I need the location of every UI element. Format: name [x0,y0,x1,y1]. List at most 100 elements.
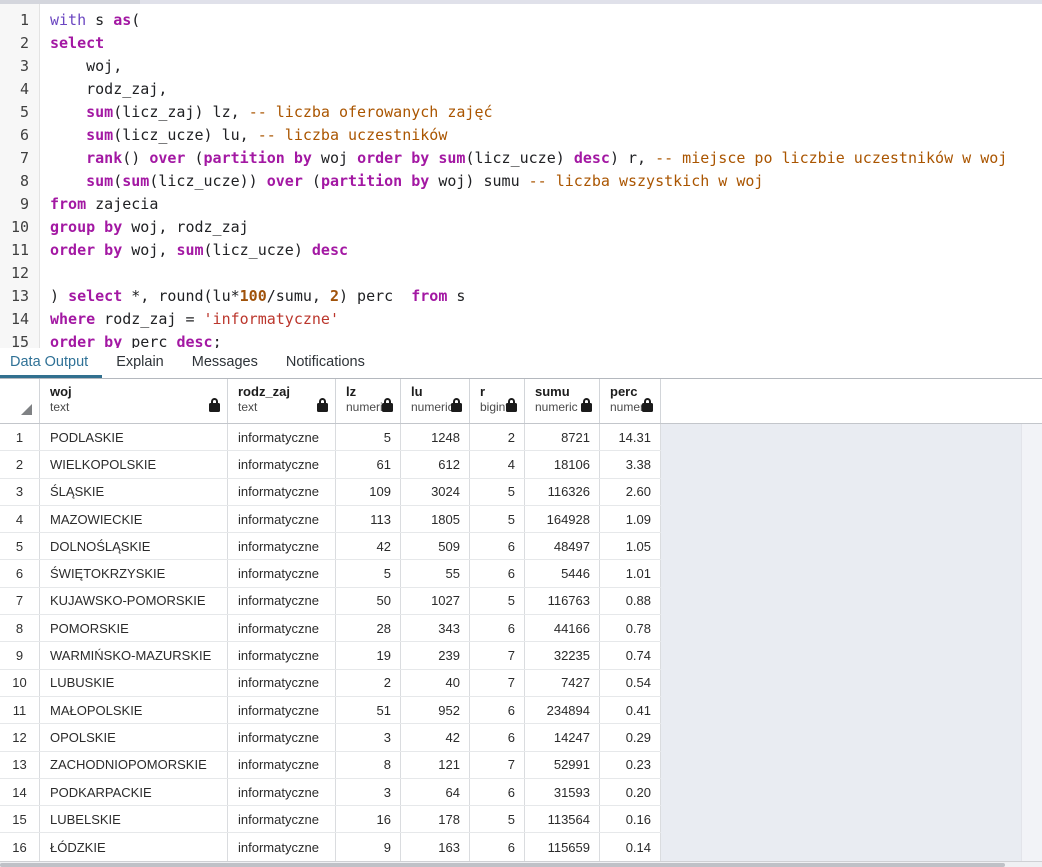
cell-lu[interactable]: 952 [401,697,470,723]
code-line[interactable]: woj, [50,55,1042,78]
cell-lz[interactable]: 50 [336,588,401,614]
cell-lz[interactable]: 113 [336,506,401,532]
row-number[interactable]: 8 [0,615,40,641]
cell-r[interactable]: 4 [470,451,525,477]
row-number[interactable]: 3 [0,479,40,505]
tab-explain[interactable]: Explain [102,348,178,378]
cell-lu[interactable]: 343 [401,615,470,641]
code-line[interactable]: with s as( [50,9,1042,32]
column-header-sumu[interactable]: sumunumeric [525,379,600,423]
cell-lu[interactable]: 40 [401,670,470,696]
cell-woj[interactable]: DOLNOŚLĄSKIE [40,533,228,559]
row-number[interactable]: 13 [0,752,40,778]
cell-lu[interactable]: 239 [401,642,470,668]
cell-rodz_zaj[interactable]: informatyczne [228,833,336,860]
cell-perc[interactable]: 0.23 [600,752,661,778]
cell-lu[interactable]: 612 [401,451,470,477]
code-line[interactable]: order by woj, sum(licz_ucze) desc [50,239,1042,262]
cell-woj[interactable]: ŚWIĘTOKRZYSKIE [40,560,228,586]
sql-editor[interactable]: 123456789101112131415 with s as(select w… [0,4,1042,348]
cell-r[interactable]: 6 [470,724,525,750]
cell-sumu[interactable]: 8721 [525,424,600,450]
cell-perc[interactable]: 1.09 [600,506,661,532]
cell-rodz_zaj[interactable]: informatyczne [228,724,336,750]
cell-lz[interactable]: 8 [336,752,401,778]
tab-data-output[interactable]: Data Output [0,348,102,378]
cell-perc[interactable]: 0.16 [600,806,661,832]
cell-rodz_zaj[interactable]: informatyczne [228,779,336,805]
cell-r[interactable]: 7 [470,642,525,668]
cell-perc[interactable]: 3.38 [600,451,661,477]
cell-sumu[interactable]: 52991 [525,752,600,778]
select-all-corner[interactable] [0,379,40,423]
code-line[interactable]: rodz_zaj, [50,78,1042,101]
cell-r[interactable]: 7 [470,752,525,778]
cell-sumu[interactable]: 113564 [525,806,600,832]
cell-sumu[interactable]: 14247 [525,724,600,750]
cell-r[interactable]: 6 [470,533,525,559]
row-number[interactable]: 6 [0,560,40,586]
cell-lu[interactable]: 509 [401,533,470,559]
code-line[interactable]: select [50,32,1042,55]
cell-woj[interactable]: PODKARPACKIE [40,779,228,805]
cell-lu[interactable]: 1248 [401,424,470,450]
cell-perc[interactable]: 0.54 [600,670,661,696]
cell-r[interactable]: 2 [470,424,525,450]
row-number[interactable]: 11 [0,697,40,723]
cell-lz[interactable]: 16 [336,806,401,832]
column-header-lu[interactable]: lunumeric [401,379,470,423]
cell-sumu[interactable]: 5446 [525,560,600,586]
cell-lz[interactable]: 42 [336,533,401,559]
cell-r[interactable]: 6 [470,779,525,805]
cell-woj[interactable]: WARMIŃSKO-MAZURSKIE [40,642,228,668]
cell-woj[interactable]: ZACHODNIOPOMORSKIE [40,752,228,778]
cell-lu[interactable]: 1027 [401,588,470,614]
cell-lz[interactable]: 2 [336,670,401,696]
cell-perc[interactable]: 0.14 [600,833,661,860]
row-number[interactable]: 14 [0,779,40,805]
cell-woj[interactable]: KUJAWSKO-POMORSKIE [40,588,228,614]
row-number[interactable]: 15 [0,806,40,832]
code-line[interactable] [50,262,1042,285]
cell-lu[interactable]: 121 [401,752,470,778]
cell-perc[interactable]: 2.60 [600,479,661,505]
cell-perc[interactable]: 0.41 [600,697,661,723]
cell-perc[interactable]: 0.74 [600,642,661,668]
cell-woj[interactable]: OPOLSKIE [40,724,228,750]
tab-messages[interactable]: Messages [178,348,272,378]
cell-perc[interactable]: 0.88 [600,588,661,614]
cell-lz[interactable]: 28 [336,615,401,641]
cell-perc[interactable]: 0.29 [600,724,661,750]
cell-lu[interactable]: 3024 [401,479,470,505]
cell-lz[interactable]: 5 [336,560,401,586]
cell-perc[interactable]: 0.78 [600,615,661,641]
row-number[interactable]: 12 [0,724,40,750]
cell-lz[interactable]: 51 [336,697,401,723]
cell-perc[interactable]: 1.05 [600,533,661,559]
cell-perc[interactable]: 0.20 [600,779,661,805]
cell-lu[interactable]: 163 [401,833,470,860]
cell-r[interactable]: 6 [470,615,525,641]
column-header-perc[interactable]: percnumeric [600,379,661,423]
cell-r[interactable]: 6 [470,560,525,586]
cell-r[interactable]: 5 [470,479,525,505]
cell-sumu[interactable]: 48497 [525,533,600,559]
horizontal-scrollbar[interactable] [0,861,1042,867]
code-line[interactable]: where rodz_zaj = 'informatyczne' [50,308,1042,331]
cell-woj[interactable]: MAŁOPOLSKIE [40,697,228,723]
cell-woj[interactable]: MAZOWIECKIE [40,506,228,532]
cell-sumu[interactable]: 7427 [525,670,600,696]
cell-sumu[interactable]: 18106 [525,451,600,477]
column-header-rodz_zaj[interactable]: rodz_zajtext [228,379,336,423]
row-number[interactable]: 4 [0,506,40,532]
cell-lu[interactable]: 42 [401,724,470,750]
panel-splitter[interactable] [0,0,1042,4]
column-header-woj[interactable]: wojtext [40,379,228,423]
cell-rodz_zaj[interactable]: informatyczne [228,506,336,532]
cell-woj[interactable]: ŁÓDZKIE [40,833,228,860]
column-header-r[interactable]: rbigint [470,379,525,423]
tab-notifications[interactable]: Notifications [272,348,379,378]
cell-r[interactable]: 5 [470,506,525,532]
cell-woj[interactable]: LUBUSKIE [40,670,228,696]
cell-sumu[interactable]: 44166 [525,615,600,641]
